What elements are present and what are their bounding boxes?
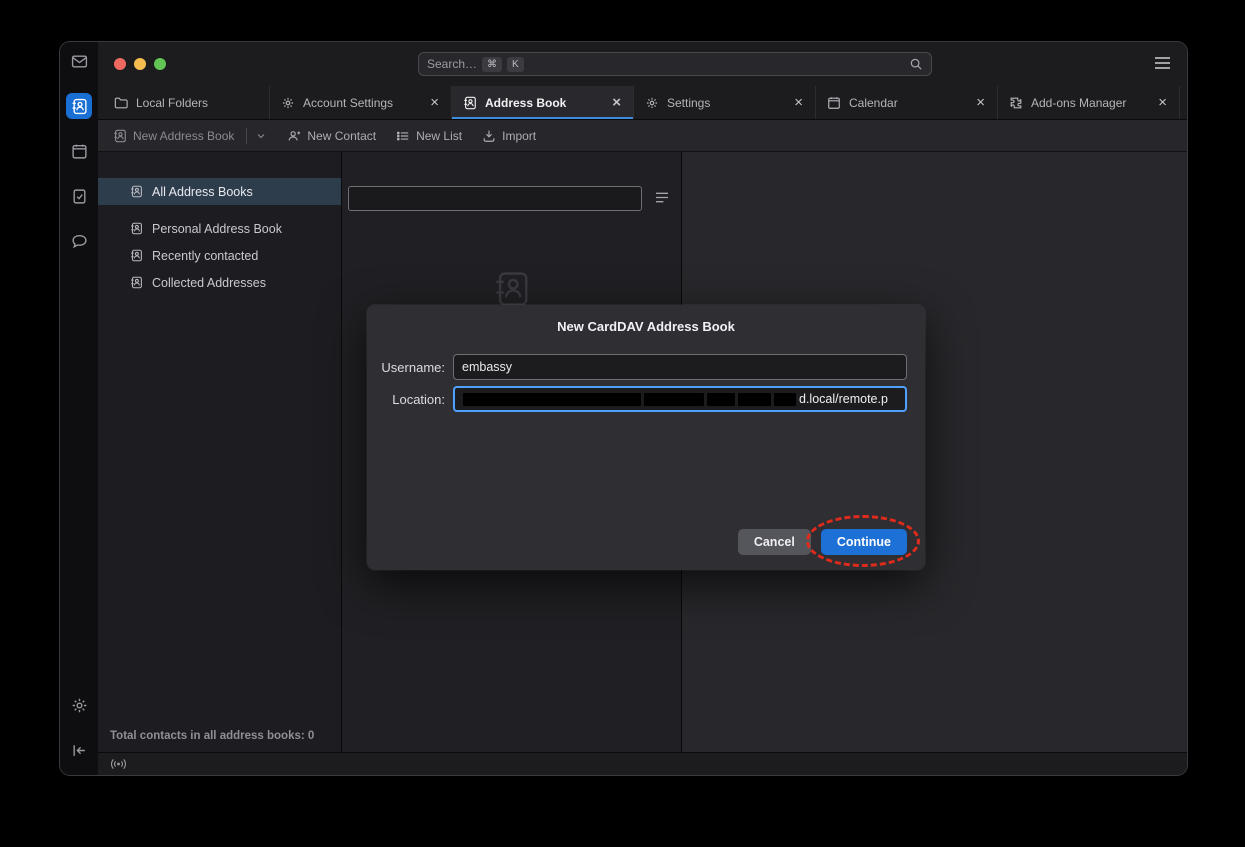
list-item-label: All Address Books xyxy=(152,185,253,199)
address-book-icon xyxy=(130,249,143,262)
tab-address-book[interactable]: Address Book × xyxy=(452,86,634,119)
close-tab-icon[interactable]: × xyxy=(1157,95,1168,110)
import-label: Import xyxy=(502,129,536,143)
address-book-toolbar: New Address Book New Contact xyxy=(98,120,1187,152)
list-item-label: Recently contacted xyxy=(152,249,258,263)
location-row: Location: d.local/remote.p xyxy=(367,386,925,412)
list-item-recently-contacted[interactable]: Recently contacted xyxy=(98,242,341,269)
tab-bar: Local Folders Account Settings × Address… xyxy=(98,86,1187,120)
addons-puzzle-icon xyxy=(1009,96,1023,110)
app-menu-icon[interactable] xyxy=(1154,56,1171,70)
dialog-button-row: Cancel Continue xyxy=(738,529,907,555)
location-visible-text: d.local/remote.p xyxy=(799,392,888,406)
tab-label: Add-ons Manager xyxy=(1031,96,1149,110)
global-search-bar[interactable]: Search… ⌘ K xyxy=(418,52,932,76)
calendar-space-icon[interactable] xyxy=(66,138,92,164)
gear-icon xyxy=(645,96,659,110)
tab-label: Local Folders xyxy=(136,96,258,110)
new-contact-icon xyxy=(287,129,301,143)
list-icon xyxy=(396,129,410,143)
search-icon xyxy=(909,57,923,71)
close-tab-icon[interactable]: × xyxy=(611,95,622,110)
list-item-all-address-books[interactable]: All Address Books xyxy=(98,178,341,205)
display-options-icon[interactable] xyxy=(654,191,670,204)
location-field[interactable]: d.local/remote.p xyxy=(453,386,907,412)
new-contact-label: New Contact xyxy=(307,129,376,143)
username-field[interactable]: embassy xyxy=(453,354,907,380)
new-list-label: New List xyxy=(416,129,462,143)
total-contacts-status: Total contacts in all address books: 0 xyxy=(110,730,314,742)
folder-icon xyxy=(114,96,128,110)
tab-calendar[interactable]: Calendar × xyxy=(816,86,998,119)
redaction-bar xyxy=(774,393,796,406)
redaction-bar xyxy=(644,393,704,406)
list-item-collected-addresses[interactable]: Collected Addresses xyxy=(98,269,341,296)
search-placeholder: Search… xyxy=(427,57,477,71)
close-tab-icon[interactable]: × xyxy=(975,95,986,110)
traffic-lights xyxy=(98,58,166,70)
new-contact-button[interactable]: New Contact xyxy=(287,129,376,143)
tab-account-settings[interactable]: Account Settings × xyxy=(270,86,452,119)
tab-addons-manager[interactable]: Add-ons Manager × xyxy=(998,86,1180,119)
new-address-book-button[interactable]: New Address Book xyxy=(113,128,267,144)
username-row: Username: embassy xyxy=(367,354,925,380)
username-label: Username: xyxy=(367,360,445,375)
status-bar xyxy=(98,752,1187,775)
new-address-book-label: New Address Book xyxy=(133,129,234,143)
tab-label: Account Settings xyxy=(303,96,421,110)
address-book-icon xyxy=(130,222,143,235)
list-item-personal-address-book[interactable]: Personal Address Book xyxy=(98,215,341,242)
contacts-search-input[interactable] xyxy=(348,186,642,211)
spaces-toolbar xyxy=(60,42,98,775)
location-value: d.local/remote.p xyxy=(463,392,897,406)
tab-settings[interactable]: Settings × xyxy=(634,86,816,119)
desktop-background: Search… ⌘ K Local Folders xyxy=(0,0,1245,847)
chat-space-icon[interactable] xyxy=(66,228,92,254)
close-tab-icon[interactable]: × xyxy=(429,95,440,110)
redaction-bar xyxy=(707,393,735,406)
tasks-space-icon[interactable] xyxy=(66,183,92,209)
tab-local-folders[interactable]: Local Folders xyxy=(103,86,270,119)
k-key-badge: K xyxy=(507,57,524,72)
new-list-button[interactable]: New List xyxy=(396,129,462,143)
redaction-bar xyxy=(463,393,641,406)
calendar-icon xyxy=(827,96,841,110)
empty-address-book-icon xyxy=(493,270,531,308)
redaction-bar xyxy=(738,393,771,406)
cmd-key-badge: ⌘ xyxy=(482,57,502,72)
mail-space-icon[interactable] xyxy=(66,48,92,74)
close-tab-icon[interactable]: × xyxy=(793,95,804,110)
import-button[interactable]: Import xyxy=(482,129,536,143)
split-button-divider xyxy=(246,128,247,144)
address-books-pane: All Address Books Personal Address Book … xyxy=(98,152,342,752)
close-window-button[interactable] xyxy=(114,58,126,70)
address-book-icon xyxy=(130,276,143,289)
import-icon xyxy=(482,129,496,143)
list-item-label: Collected Addresses xyxy=(152,276,266,290)
dialog-title: New CardDAV Address Book xyxy=(367,319,925,334)
new-carddav-dialog: New CardDAV Address Book Username: embas… xyxy=(367,305,925,570)
username-value: embassy xyxy=(462,360,512,374)
cancel-button[interactable]: Cancel xyxy=(738,529,811,555)
list-item-label: Personal Address Book xyxy=(152,222,282,236)
titlebar: Search… ⌘ K xyxy=(98,42,1187,86)
account-settings-icon xyxy=(281,96,295,110)
chevron-down-icon[interactable] xyxy=(255,130,267,142)
continue-button[interactable]: Continue xyxy=(821,529,907,555)
minimize-window-button[interactable] xyxy=(134,58,146,70)
location-label: Location: xyxy=(367,392,445,407)
tab-label: Settings xyxy=(667,96,785,110)
tab-label: Address Book xyxy=(485,96,603,110)
zoom-window-button[interactable] xyxy=(154,58,166,70)
collapse-spaces-icon[interactable] xyxy=(66,737,92,763)
address-book-space-icon[interactable] xyxy=(66,93,92,119)
address-book-icon xyxy=(113,129,127,143)
address-book-icon xyxy=(130,185,143,198)
broadcast-status-icon xyxy=(110,757,127,771)
settings-gear-icon[interactable] xyxy=(66,692,92,718)
tab-label: Calendar xyxy=(849,96,967,110)
address-book-icon xyxy=(463,96,477,110)
